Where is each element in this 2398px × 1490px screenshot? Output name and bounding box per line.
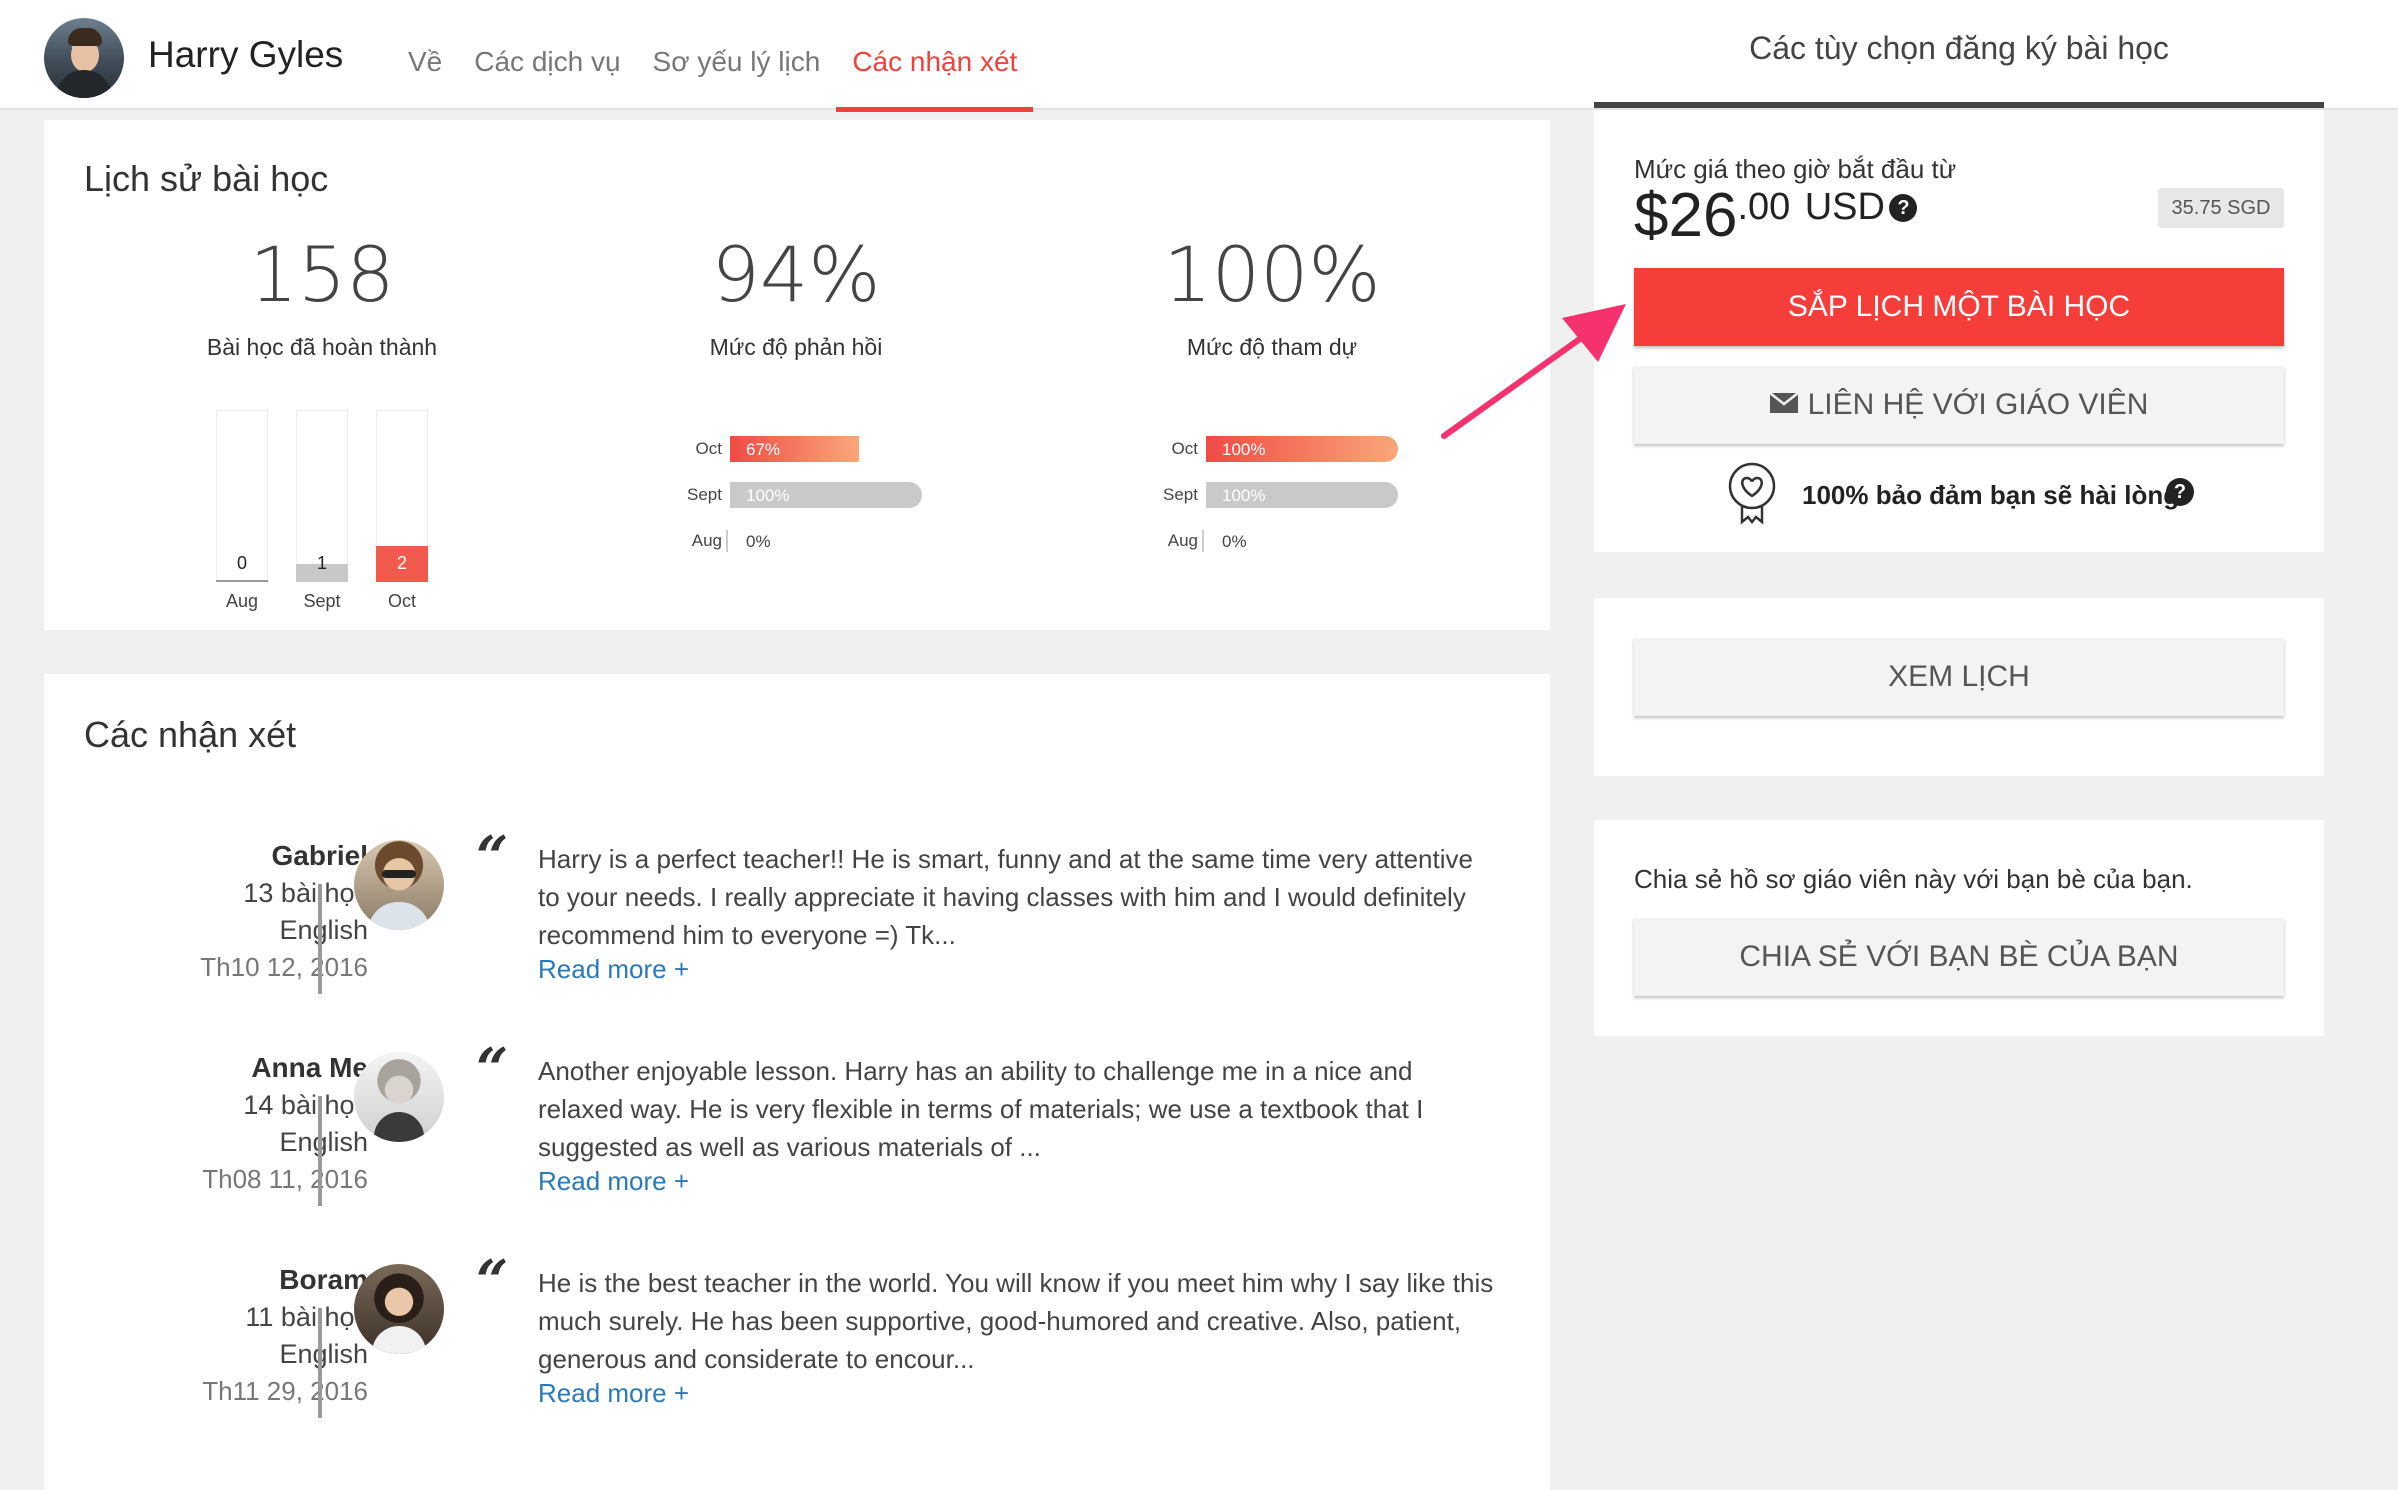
lessons-bar-oct: 2 Oct: [376, 410, 428, 611]
response-bar-sept-value: 100%: [746, 486, 790, 505]
mail-icon: [1769, 393, 1798, 414]
profile-nav: Về Các dịch vụ Sơ yếu lý lịch Các nhận x…: [392, 0, 1034, 112]
quote-icon: “: [476, 1036, 509, 1102]
response-rate-value: 94%: [711, 230, 881, 319]
response-bar-sept-month: Sept: [687, 485, 722, 504]
tab-services[interactable]: Các dịch vụ: [458, 0, 636, 110]
lesson-history-title: Lịch sử bài học: [84, 158, 329, 199]
guarantee-row: 100% bảo đảm bạn sẽ hài lòng ?: [1726, 462, 2266, 526]
lesson-history-card: Lịch sử bài học 158 Bài học đã hoàn thàn…: [44, 120, 1550, 630]
attendance-bar-sept-month: Sept: [1163, 485, 1198, 504]
reviewer-name[interactable]: Anna Me: [88, 1052, 368, 1084]
lessons-bar-sept: 1 Sept: [296, 410, 348, 611]
view-calendar-button[interactable]: XEM LỊCH: [1634, 638, 2284, 716]
attendance-rate-chart: Oct 100% Sept 100% Aug 0%: [1150, 436, 1410, 552]
review-divider: [318, 884, 322, 994]
reviewer-avatar: [354, 840, 444, 930]
response-rate-chart: Oct 67% Sept 100% Aug 0%: [674, 436, 934, 552]
reviewer-language: English: [279, 1127, 368, 1157]
response-rate-label: Mức độ phản hồi: [709, 334, 883, 360]
tab-about[interactable]: Về: [392, 0, 458, 110]
attendance-bar-aug-value: 0%: [1222, 532, 1247, 551]
teacher-avatar[interactable]: [44, 18, 124, 98]
price-display: $26.00 USD ?: [1634, 180, 1918, 251]
response-bar-aug-value: 0%: [746, 532, 771, 551]
price-currency: USD: [1804, 186, 1885, 228]
review-meta: Gabriel 13 bài học English Th10 12, 2016: [88, 840, 368, 983]
attendance-bar-aug: Aug 0%: [1150, 528, 1398, 554]
reviews-title: Các nhận xét: [84, 714, 297, 755]
lessons-bar-aug-month: Aug: [225, 591, 259, 611]
lessons-bar-oct-value: 2: [396, 553, 407, 573]
reviewer-avatar: [354, 1264, 444, 1354]
attendance-bar-aug-month: Aug: [1167, 531, 1198, 550]
booking-options-underline: [1594, 102, 2324, 108]
heart-badge-icon: [1726, 462, 1778, 531]
response-bar-oct: Oct 67%: [674, 436, 922, 462]
contact-teacher-button[interactable]: LIÊN HỆ VỚI GIÁO VIÊN: [1634, 366, 2284, 444]
attendance-bar-oct-value: 100%: [1222, 440, 1266, 459]
reviewer-name[interactable]: Boram: [88, 1264, 368, 1296]
tab-reviews[interactable]: Các nhận xét: [836, 0, 1034, 112]
attendance-bar-oct-month: Oct: [1171, 439, 1198, 458]
response-bar-oct-month: Oct: [695, 439, 722, 458]
reviewer-lessons: 14 bài học: [243, 1090, 368, 1120]
review-date: Th08 11, 2016: [202, 1164, 368, 1194]
review-meta: Boram 11 bài học English Th11 29, 2016: [88, 1264, 368, 1407]
share-text: Chia sẻ hồ sơ giáo viên này với bạn bè c…: [1634, 864, 2193, 894]
guarantee-help-icon[interactable]: ?: [2166, 478, 2194, 506]
quote-icon: “: [476, 1248, 509, 1314]
share-with-friends-button[interactable]: CHIA SẺ VỚI BẠN BÈ CỦA BẠN: [1634, 918, 2284, 996]
review-text: Another enjoyable lesson. Harry has an a…: [538, 1056, 1424, 1162]
review-date: Th10 12, 2016: [200, 952, 368, 982]
attendance-bar-oct: Oct 100%: [1150, 436, 1398, 462]
completed-lessons-label: Bài học đã hoàn thành: [206, 334, 438, 360]
lessons-bar-aug: 0 Aug: [216, 410, 268, 611]
guarantee-text: 100% bảo đảm bạn sẽ hài lòng: [1802, 480, 2180, 510]
review-text: Harry is a perfect teacher!! He is smart…: [538, 844, 1473, 950]
review-date: Th11 29, 2016: [202, 1376, 368, 1406]
reviewer-lessons: 13 bài học: [243, 878, 368, 908]
response-bar-aug: Aug 0%: [674, 528, 922, 554]
top-header: Harry Gyles Về Các dịch vụ Sơ yếu lý lịc…: [0, 0, 2398, 112]
attendance-rate-value: 100%: [1163, 230, 1381, 319]
review-divider: [318, 1308, 322, 1418]
lessons-bar-aug-value: 0: [236, 553, 247, 573]
reviewer-name[interactable]: Gabriel: [88, 840, 368, 872]
reviewer-language: English: [279, 915, 368, 945]
review-divider: [318, 1096, 322, 1206]
reviewer-avatar: [354, 1052, 444, 1142]
schedule-lesson-button[interactable]: SẮP LỊCH MỘT BÀI HỌC: [1634, 268, 2284, 346]
reviewer-lessons: 11 bài học: [245, 1302, 368, 1332]
read-more-link[interactable]: Read more +: [538, 1166, 689, 1197]
response-bar-oct-value: 67%: [746, 440, 781, 459]
attendance-rate-label: Mức độ tham dự: [1186, 334, 1358, 360]
response-bar-aug-month: Aug: [691, 531, 722, 550]
quote-icon: “: [476, 824, 509, 890]
review-meta: Anna Me 14 bài học English Th08 11, 2016: [88, 1052, 368, 1195]
read-more-link[interactable]: Read more +: [538, 954, 689, 985]
reviewer-language: English: [279, 1339, 368, 1369]
price-cents: .00: [1737, 186, 1791, 228]
booking-options-title: Các tùy chọn đăng ký bài học: [1749, 30, 2169, 66]
attendance-bar-sept-value: 100%: [1222, 486, 1266, 505]
reviews-card: Các nhận xét Gabriel 13 bài học English …: [44, 674, 1550, 1490]
tab-resume[interactable]: Sơ yếu lý lịch: [637, 0, 837, 110]
lessons-bar-sept-month: Sept: [303, 591, 341, 611]
attendance-bar-sept: Sept 100%: [1150, 482, 1398, 508]
price-main: $26: [1634, 181, 1738, 250]
completed-lessons-value: 158: [249, 230, 395, 319]
response-bar-sept: Sept 100%: [674, 482, 922, 508]
teacher-name[interactable]: Harry Gyles: [148, 34, 343, 76]
price-alt-currency-badge: 35.75 SGD: [2158, 188, 2284, 228]
review-text: He is the best teacher in the world. You…: [538, 1268, 1494, 1374]
lessons-bar-sept-value: 1: [316, 553, 327, 573]
lessons-bar-oct-month: Oct: [387, 591, 416, 611]
price-help-icon[interactable]: ?: [1889, 194, 1918, 222]
read-more-link[interactable]: Read more +: [538, 1378, 689, 1409]
contact-teacher-label: LIÊN HỆ VỚI GIÁO VIÊN: [1807, 388, 2149, 421]
